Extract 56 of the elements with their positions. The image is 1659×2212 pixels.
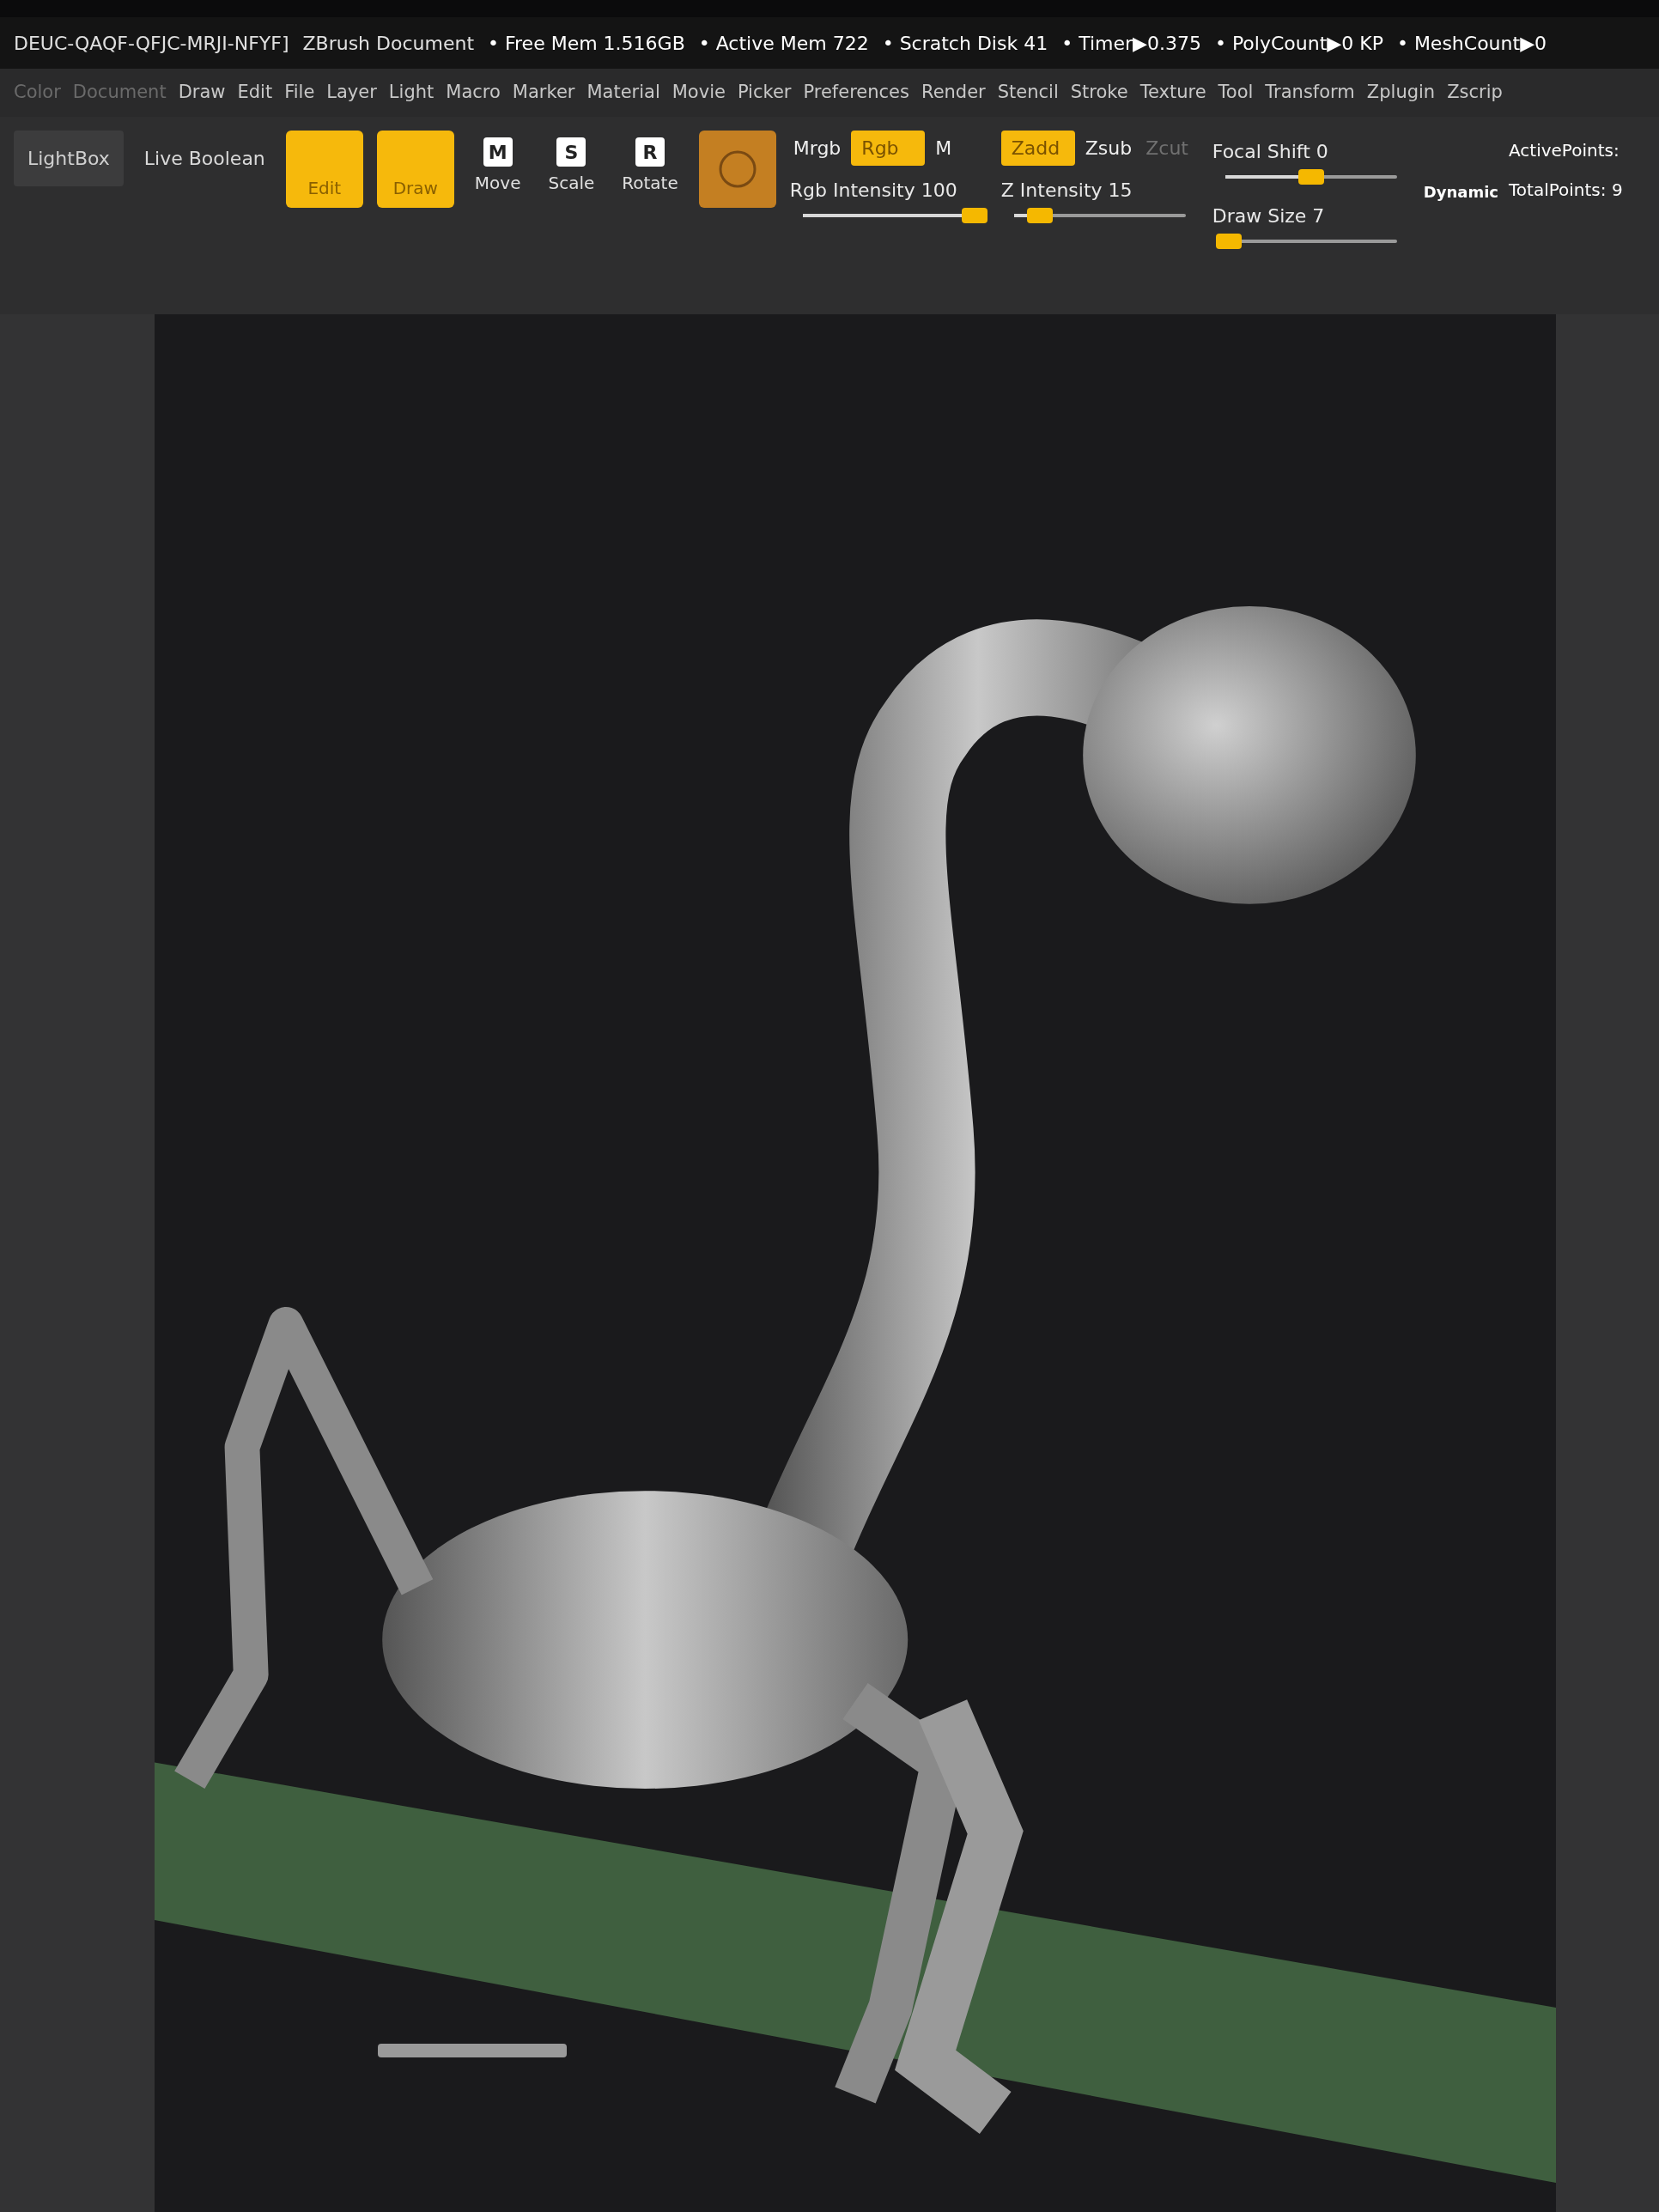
key-badge: S <box>556 137 586 167</box>
menu-item[interactable]: Movie <box>672 79 726 106</box>
slider-label: Draw Size 7 <box>1212 204 1326 228</box>
toggle-button[interactable]: Zsub <box>1081 131 1136 166</box>
lightbox-button[interactable]: LightBox <box>14 131 124 186</box>
dynamic-button[interactable]: Dynamic <box>1423 180 1498 204</box>
toggle-button[interactable]: Zadd <box>1000 131 1075 166</box>
menu-item[interactable]: Preferences <box>803 79 909 106</box>
menu-item[interactable]: Zscrip <box>1447 79 1503 106</box>
slider-label: Z Intensity 15 <box>1000 179 1133 203</box>
menu-item[interactable]: Marker <box>512 79 575 106</box>
status-text: • PolyCount▶0 KP <box>1214 31 1383 56</box>
toggle-button[interactable]: M <box>932 131 956 166</box>
transform-button[interactable]: S Scale <box>541 131 602 203</box>
points-readout: TotalPoints: 9 <box>1509 179 1623 202</box>
slider-label: Focal Shift 0 <box>1212 140 1329 164</box>
menu-item[interactable]: Tool <box>1218 79 1254 106</box>
material-swatch[interactable] <box>698 131 776 208</box>
slider-thumb[interactable] <box>1026 208 1053 223</box>
menu-item[interactable]: File <box>284 79 315 106</box>
toggle-button[interactable]: Rgb <box>851 131 926 166</box>
transform-button[interactable]: M Move <box>467 131 528 203</box>
points-readout: ActivePoints: <box>1509 139 1620 162</box>
menu-item[interactable]: Light <box>388 79 434 106</box>
menu-item[interactable]: Transform <box>1265 79 1355 106</box>
menu-item[interactable]: Zplugin <box>1366 79 1436 106</box>
transform-label: Rotate <box>622 172 678 195</box>
document-id: DEUC-QAQF-QFJC-MRJI-NFYF] <box>14 31 289 56</box>
menu-item[interactable]: Stroke <box>1070 79 1128 106</box>
status-text: • Timer▶0.375 <box>1061 31 1201 56</box>
transform-label: Move <box>474 172 521 195</box>
slider-thumb[interactable] <box>1215 234 1242 249</box>
slider-thumb[interactable] <box>961 208 988 223</box>
menu-item[interactable]: Layer <box>326 79 377 106</box>
menu-item[interactable]: Picker <box>737 79 792 106</box>
status-text: • Scratch Disk 41 <box>882 31 1048 56</box>
slider-thumb[interactable] <box>1297 169 1324 185</box>
key-badge: M <box>483 137 513 167</box>
toggle-button[interactable]: Mrgb <box>789 131 845 166</box>
status-text: • MeshCount▶0 <box>1396 31 1547 56</box>
transform-label: Scale <box>548 172 595 195</box>
menu-item[interactable]: Stencil <box>997 79 1059 106</box>
menu-item[interactable]: Material <box>586 79 660 106</box>
menu-item[interactable]: Macro <box>446 79 501 106</box>
slider-label: Rgb Intensity 100 <box>789 179 958 203</box>
menu-item[interactable]: Edit <box>237 79 273 106</box>
status-text: • Free Mem 1.516GB <box>488 31 685 56</box>
menu-item[interactable]: Draw <box>178 79 226 106</box>
window-title: ZBrush Document <box>302 31 474 56</box>
live-boolean-button[interactable]: Live Boolean <box>137 131 272 186</box>
menu-item[interactable]: Render <box>921 79 986 106</box>
key-badge: R <box>635 137 665 167</box>
menu-item[interactable]: Texture <box>1139 79 1206 106</box>
status-text: • Active Mem 722 <box>698 31 869 56</box>
scroll-handle[interactable] <box>378 2044 567 2057</box>
transform-button[interactable]: R Rotate <box>615 131 685 203</box>
